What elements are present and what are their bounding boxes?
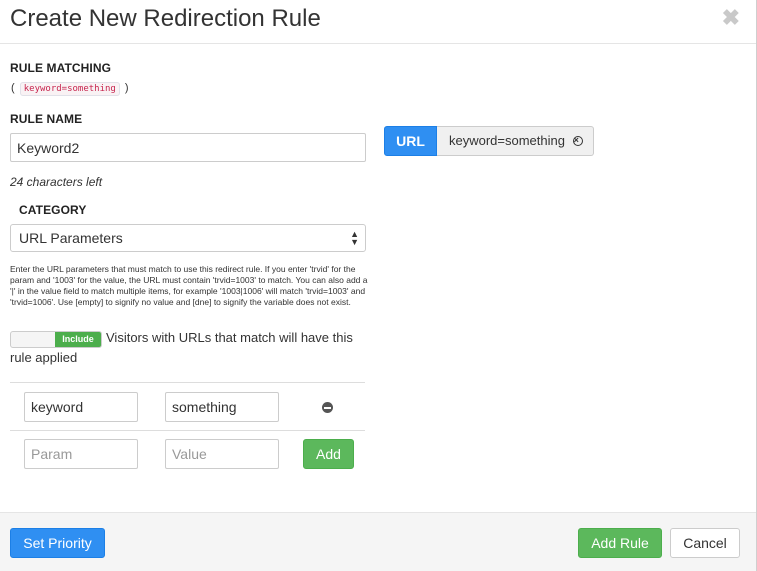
url-tag-label: URL xyxy=(384,126,437,156)
add-param-button[interactable]: Add xyxy=(303,439,354,469)
toggle-on-label: Include xyxy=(55,332,101,347)
set-priority-button[interactable]: Set Priority xyxy=(10,528,105,558)
param-input[interactable] xyxy=(24,392,138,422)
remove-row-icon[interactable] xyxy=(322,402,333,413)
rule-name-heading: RULE NAME xyxy=(10,112,83,126)
rule-name-input[interactable] xyxy=(10,133,366,162)
rule-matching-code: keyword=something xyxy=(19,82,120,96)
divider xyxy=(10,430,365,431)
cancel-button[interactable]: Cancel xyxy=(670,528,740,558)
open-paren: ( xyxy=(11,82,15,94)
modal-title: Create New Redirection Rule xyxy=(10,5,321,32)
close-icon[interactable]: ✖ xyxy=(722,7,740,29)
include-toggle[interactable]: Include xyxy=(10,331,102,348)
modal-header: Create New Redirection Rule ✖ xyxy=(0,0,756,44)
characters-left: 24 characters left xyxy=(10,175,103,189)
url-tag-text: keyword=something xyxy=(449,133,565,148)
rule-matching-heading: RULE MATCHING xyxy=(10,61,112,75)
help-text: Enter the URL parameters that must match… xyxy=(10,264,368,307)
category-select[interactable]: URL Parameters ▲ ▼ xyxy=(10,224,366,252)
new-param-input[interactable] xyxy=(24,439,138,469)
value-input[interactable] xyxy=(165,392,279,422)
url-tag-value: keyword=something xyxy=(437,126,594,156)
redirection-rule-modal: Create New Redirection Rule ✖ RULE MATCH… xyxy=(0,0,757,571)
close-paren: ) xyxy=(124,82,129,94)
category-selected-value: URL Parameters xyxy=(19,230,123,246)
new-value-input[interactable] xyxy=(165,439,279,469)
remove-tag-icon[interactable] xyxy=(572,133,583,147)
select-arrows-icon: ▲ ▼ xyxy=(350,229,359,247)
rule-matching-preview: ( keyword=something ) xyxy=(11,82,129,96)
divider xyxy=(10,382,365,383)
modal-footer: Set Priority Add Rule Cancel xyxy=(0,512,756,571)
category-heading: CATEGORY xyxy=(19,203,87,217)
add-rule-button[interactable]: Add Rule xyxy=(578,528,662,558)
